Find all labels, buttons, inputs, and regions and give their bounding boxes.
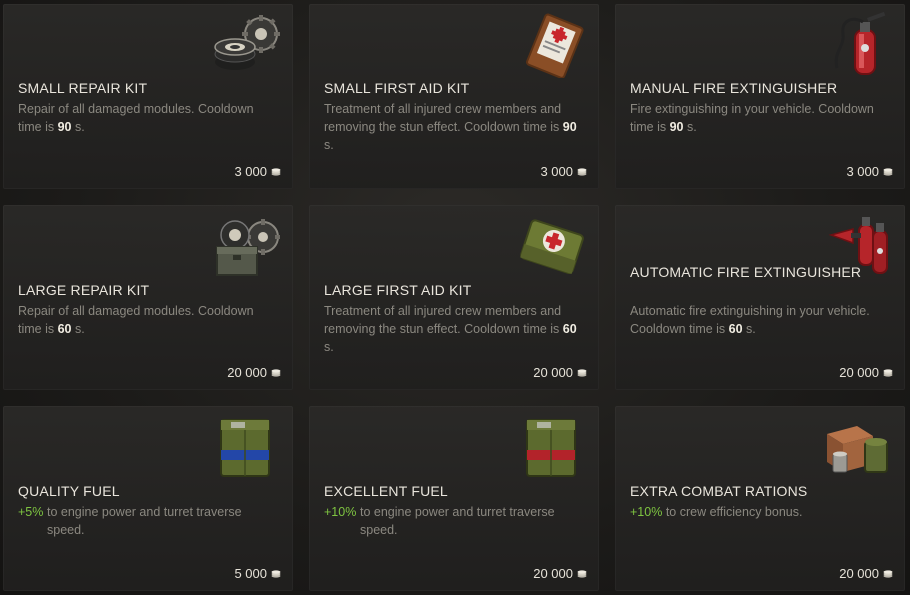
- item-title: SMALL FIRST AID KIT: [324, 80, 470, 96]
- fire-extinguisher-icon: [823, 11, 893, 78]
- item-price: 3 000: [540, 164, 587, 179]
- card-large-first-aid-kit[interactable]: LARGE FIRST AID KIT Treatment of all inj…: [309, 205, 599, 390]
- large-repair-kit-icon: [211, 213, 281, 279]
- first-aid-case-icon: [517, 213, 587, 279]
- cooldown-value: 60: [57, 322, 72, 336]
- item-description: Treatment of all injured crew members an…: [324, 304, 577, 354]
- credits-icon: [883, 167, 893, 176]
- bonus-value: +10%: [630, 505, 663, 519]
- bonus-value: +5%: [18, 505, 44, 519]
- item-description: +10% to engine power and turret traverse …: [324, 505, 555, 537]
- card-excellent-fuel[interactable]: EXCELLENT FUEL +10% to engine power and t…: [309, 406, 599, 591]
- cooldown-value: 60: [728, 322, 743, 336]
- item-description: Fire extinguishing in your vehicle. Cool…: [630, 102, 874, 134]
- cooldown-value: 90: [562, 120, 577, 134]
- item-price: 20 000: [227, 365, 281, 380]
- item-title: SMALL REPAIR KIT: [18, 80, 148, 96]
- rations-icon: [823, 414, 893, 480]
- item-price: 20 000: [533, 566, 587, 581]
- item-title: EXTRA COMBAT RATIONS: [630, 483, 808, 499]
- card-small-first-aid-kit[interactable]: SMALL FIRST AID KIT Treatment of all inj…: [309, 4, 599, 189]
- credits-icon: [271, 167, 281, 176]
- fuel-can-blue-icon: [211, 414, 281, 480]
- item-description: +10% to crew efficiency bonus.: [630, 505, 803, 519]
- cooldown-value: 90: [669, 120, 684, 134]
- item-title: MANUAL FIRE EXTINGUISHER: [630, 80, 838, 96]
- item-description: Treatment of all injured crew members an…: [324, 102, 577, 152]
- consumables-grid: SMALL REPAIR KIT Repair of all damaged m…: [0, 0, 910, 595]
- credits-icon: [577, 167, 587, 176]
- item-price: 3 000: [234, 164, 281, 179]
- item-description: Repair of all damaged modules. Cooldown …: [18, 102, 254, 134]
- item-price: 5 000: [234, 566, 281, 581]
- item-title: QUALITY FUEL: [18, 483, 120, 499]
- item-price: 3 000: [846, 164, 893, 179]
- card-extra-combat-rations[interactable]: EXTRA COMBAT RATIONS +10% to crew effici…: [615, 406, 905, 591]
- item-title: LARGE FIRST AID KIT: [324, 282, 472, 298]
- credits-icon: [577, 368, 587, 377]
- credits-icon: [271, 569, 281, 578]
- credits-icon: [883, 368, 893, 377]
- item-price: 20 000: [839, 365, 893, 380]
- bonus-value: +10%: [324, 505, 357, 519]
- cooldown-value: 90: [57, 120, 72, 134]
- card-manual-fire-extinguisher[interactable]: MANUAL FIRE EXTINGUISHER Fire extinguish…: [615, 4, 905, 189]
- item-price: 20 000: [533, 365, 587, 380]
- credits-icon: [577, 569, 587, 578]
- item-description: Automatic fire extinguishing in your veh…: [630, 304, 870, 336]
- credits-icon: [271, 368, 281, 377]
- item-title: LARGE REPAIR KIT: [18, 282, 150, 298]
- item-description: Repair of all damaged modules. Cooldown …: [18, 304, 254, 336]
- item-price: 20 000: [839, 566, 893, 581]
- card-small-repair-kit[interactable]: SMALL REPAIR KIT Repair of all damaged m…: [3, 4, 293, 189]
- fuel-can-red-icon: [517, 414, 587, 480]
- item-title: AUTOMATIC FIRE EXTINGUISHER: [630, 264, 862, 280]
- item-description: +5% to engine power and turret traverse s…: [18, 505, 242, 537]
- cooldown-value: 60: [562, 322, 577, 336]
- credits-icon: [883, 569, 893, 578]
- card-large-repair-kit[interactable]: LARGE REPAIR KIT Repair of all damaged m…: [3, 205, 293, 390]
- repair-kit-icon: [211, 12, 281, 78]
- item-title: EXCELLENT FUEL: [324, 483, 448, 499]
- card-automatic-fire-extinguisher[interactable]: AUTOMATIC FIRE EXTINGUISHER Automatic fi…: [615, 205, 905, 390]
- card-quality-fuel[interactable]: QUALITY FUEL +5% to engine power and turr…: [3, 406, 293, 591]
- first-aid-pouch-icon: [517, 12, 587, 79]
